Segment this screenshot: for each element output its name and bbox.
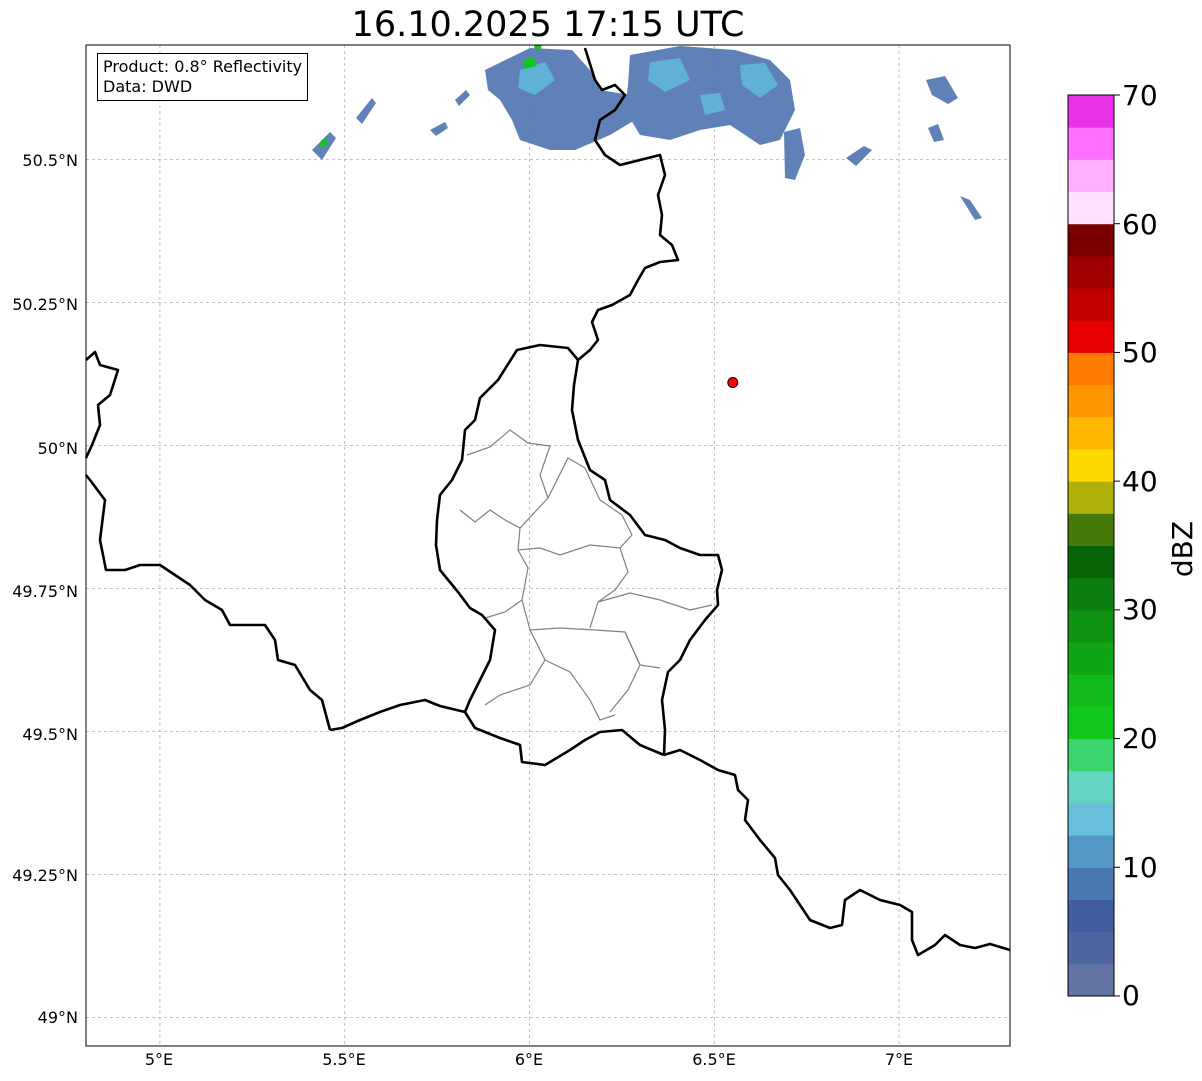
colorbar-tick-label: 20: [1122, 722, 1158, 755]
colorbar-segment: [1068, 674, 1114, 707]
colorbar-segment: [1068, 835, 1114, 868]
lat-label: 49°N: [37, 1008, 78, 1027]
colorbar-segment: [1068, 609, 1114, 643]
colorbar-tick-label: 50: [1122, 336, 1158, 369]
colorbar-tick-label: 70: [1122, 79, 1158, 112]
colorbar-unit-label: dBZ: [1166, 520, 1199, 578]
colorbar: [1068, 95, 1114, 997]
lat-label: 49.75°N: [12, 582, 78, 601]
colorbar-segment: [1068, 481, 1114, 514]
radar-map: [84, 44, 1120, 1047]
colorbar-segment: [1068, 223, 1114, 257]
colorbar-segment: [1068, 191, 1114, 225]
colorbar-segment: [1068, 577, 1114, 611]
colorbar-ticks: [1114, 94, 1120, 997]
colorbar-segment: [1068, 448, 1114, 482]
colorbar-tick-label: 40: [1122, 465, 1158, 498]
colorbar-segment: [1068, 416, 1114, 450]
colorbar-segment: [1068, 159, 1114, 193]
colorbar-segment: [1068, 802, 1114, 836]
colorbar-segment: [1068, 127, 1114, 160]
colorbar-segment: [1068, 706, 1114, 740]
lon-label: 6.5°E: [692, 1050, 736, 1069]
colorbar-segment: [1068, 352, 1114, 386]
colorbar-segment: [1068, 931, 1114, 965]
colorbar-tick-label: 0: [1122, 979, 1140, 1012]
colorbar-segment: [1068, 545, 1114, 579]
colorbar-segment: [1068, 384, 1114, 418]
lat-label: 49.25°N: [12, 866, 78, 885]
colorbar-segment: [1068, 770, 1114, 804]
lat-label: 50.25°N: [12, 295, 78, 314]
colorbar-segment: [1068, 513, 1114, 546]
colorbar-segment: [1068, 738, 1114, 772]
lat-label: 50.5°N: [22, 151, 78, 170]
lat-label: 50°N: [37, 439, 78, 458]
lon-label: 5.5°E: [322, 1050, 366, 1069]
colorbar-segment: [1068, 899, 1114, 933]
info-box: Product: 0.8° Reflectivity Data: DWD: [97, 53, 309, 101]
lat-label: 49.5°N: [22, 725, 78, 744]
lon-label: 7°E: [884, 1050, 914, 1069]
colorbar-tick-label: 60: [1122, 208, 1158, 241]
colorbar-segment: [1068, 963, 1114, 997]
lon-label: 5°E: [144, 1050, 174, 1069]
colorbar-tick-label: 30: [1122, 593, 1158, 626]
colorbar-segment: [1068, 320, 1114, 353]
colorbar-segment: [1068, 288, 1114, 321]
product-label: Product: 0.8° Reflectivity: [103, 57, 303, 76]
colorbar-segment: [1068, 255, 1114, 289]
colorbar-segment: [1068, 95, 1114, 128]
colorbar-segment: [1068, 867, 1114, 900]
colorbar-segment: [1068, 642, 1114, 675]
data-source-label: Data: DWD: [103, 77, 193, 96]
station-marker: [727, 376, 739, 388]
colorbar-tick-label: 10: [1122, 851, 1158, 884]
lon-label: 6°E: [514, 1050, 544, 1069]
